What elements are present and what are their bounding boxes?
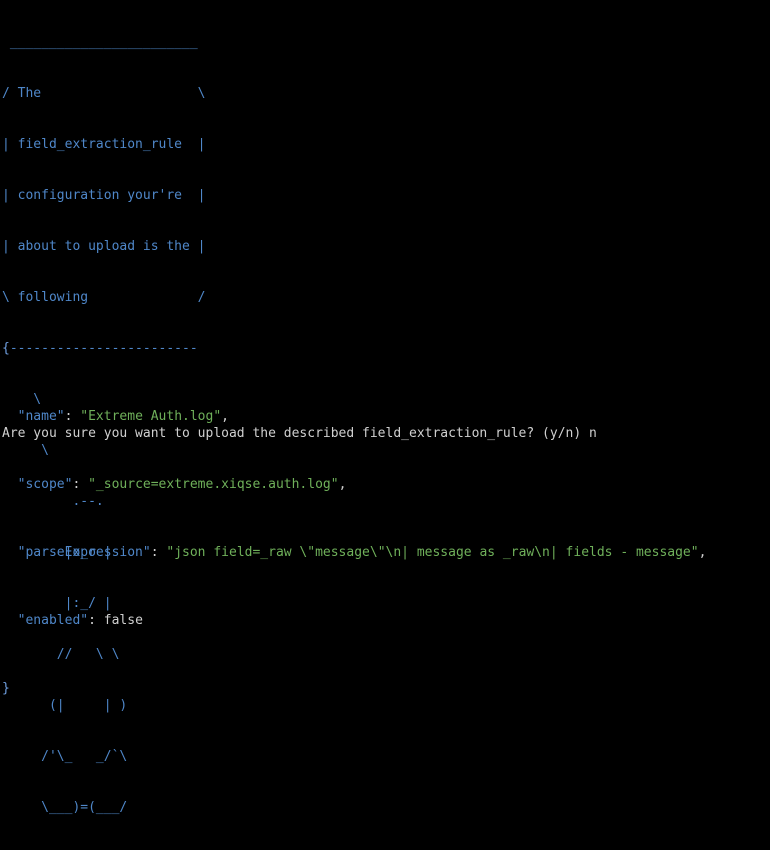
cowsay-line: \___)=(___/ [2,800,128,815]
json-string-value: "Extreme Auth.log" [80,409,222,424]
cowsay-line: ________________________ [2,35,198,50]
cowsay-line: \ following / [2,290,206,305]
json-field-name: "name": "Extreme Auth.log", [2,408,706,425]
json-key: "scope" [17,477,73,492]
cowsay-line: | field_extraction_rule | [2,137,206,152]
cowsay-line: | about to upload is the | [2,239,206,254]
json-literal-value: false [103,613,143,628]
json-string-value: "_source=extreme.xiqse.auth.log" [88,477,339,492]
json-comma: , [338,477,347,492]
json-key: "parseExpression" [17,545,151,560]
cowsay-line: /'\_ _/`\ [2,749,128,764]
json-separator: : [72,477,89,492]
json-separator: : [64,409,81,424]
json-close-brace: } [2,681,10,696]
json-key: "enabled" [17,613,89,628]
cowsay-line: | configuration your're | [2,188,206,203]
json-config-output: { "name": "Extreme Auth.log", "scope": "… [2,306,706,731]
json-open-brace: { [2,341,10,356]
json-field-enabled: "enabled": false [2,612,706,629]
json-key: "name" [17,409,65,424]
json-separator: : [150,545,167,560]
confirmation-prompt[interactable]: Are you sure you want to upload the desc… [2,425,597,442]
cowsay-line: / The \ [2,86,206,101]
json-string-value: "json field=_raw \"message\"\n| message … [166,545,699,560]
json-field-parse-expression: "parseExpression": "json field=_raw \"me… [2,544,707,561]
json-comma: , [698,545,707,560]
json-field-scope: "scope": "_source=extreme.xiqse.auth.log… [2,476,706,493]
json-comma: , [221,409,229,424]
terminal-window: ________________________ / The \ | field… [0,0,770,815]
json-separator: : [88,613,104,628]
